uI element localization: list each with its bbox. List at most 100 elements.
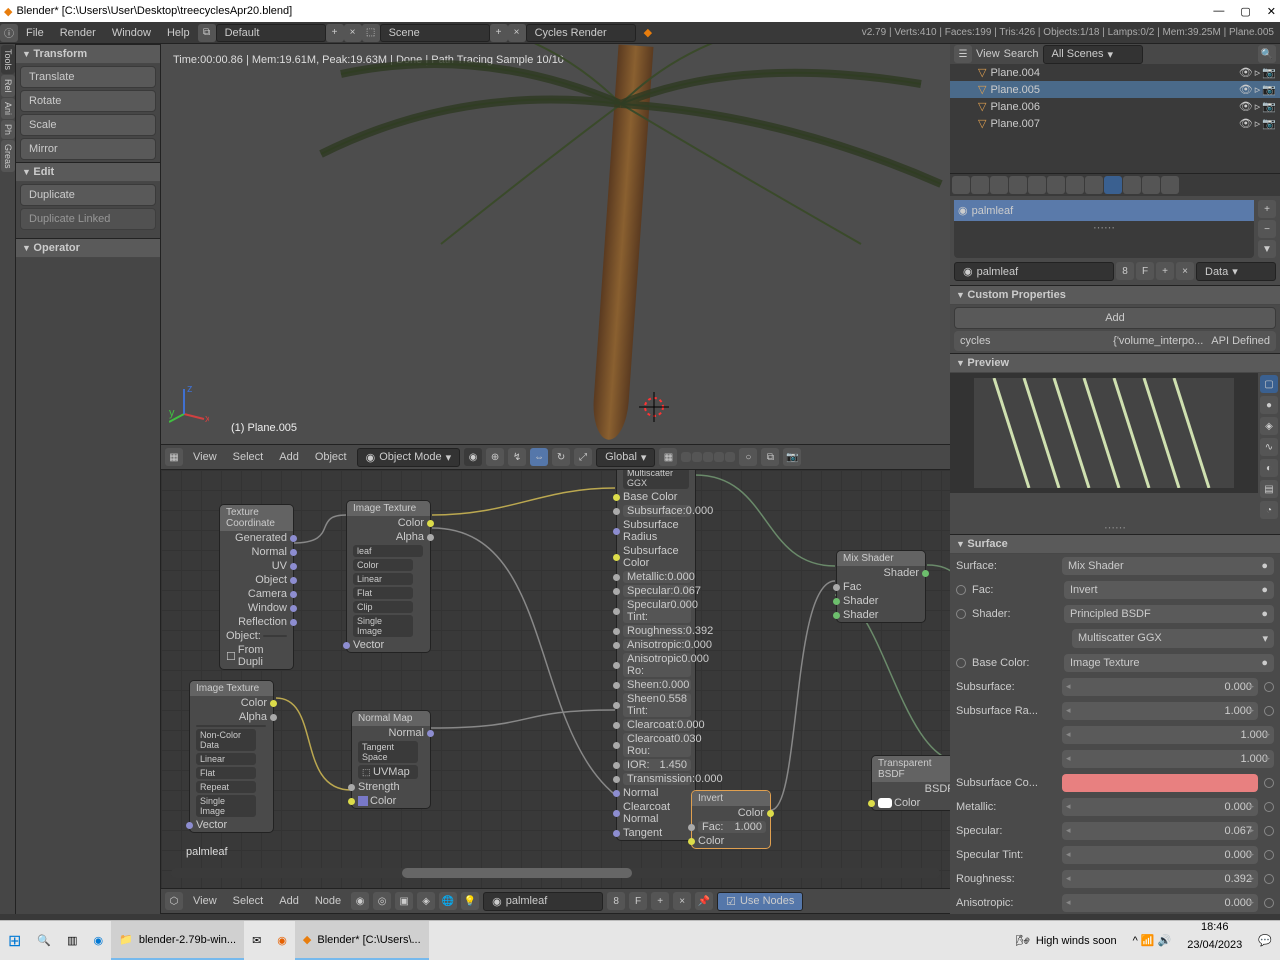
preview-cloth-icon[interactable]: ▤	[1260, 480, 1278, 498]
proportional-icon[interactable]: ○	[739, 448, 757, 466]
principled-roughness[interactable]: Roughness:0.392	[617, 624, 695, 638]
add-custom-prop-button[interactable]: Add	[954, 307, 1276, 329]
node-image-texture-2[interactable]: Image Texture Color Alpha Non-Color Data…	[189, 680, 274, 833]
translate-button[interactable]: Translate	[20, 66, 156, 88]
edge-button[interactable]: ◉	[86, 921, 112, 960]
node-transparent-bsdf[interactable]: Transparent BSDF BSDF Color	[871, 755, 950, 811]
ne-view[interactable]: View	[187, 895, 223, 907]
socket-icon[interactable]	[956, 609, 966, 619]
tray-icons[interactable]: ^ 📶 🔊	[1125, 921, 1180, 960]
outliner-item[interactable]: ▽Plane.007👁 ▹ 📷	[950, 115, 1280, 132]
from-dupli[interactable]: ☐ From Dupli	[220, 643, 293, 669]
socket-icon[interactable]	[956, 585, 966, 595]
shader-type-icon2[interactable]: ◎	[373, 892, 391, 910]
back-to-prev-icon[interactable]: ⧉	[198, 24, 216, 42]
principled-transmission[interactable]: Transmission:0.000	[617, 772, 695, 786]
socket-icon[interactable]	[1264, 826, 1274, 836]
principled-subsurfacecolor[interactable]: Subsurface Color	[617, 544, 695, 570]
remove-slot-icon[interactable]: −	[1258, 220, 1276, 238]
weather-widget[interactable]: 🌬 High winds soon	[1008, 921, 1125, 960]
spectint-value[interactable]: 0.000	[1062, 846, 1258, 864]
firefox-button[interactable]: ◉	[269, 921, 295, 960]
principled-basecolor[interactable]: Base Color	[617, 490, 695, 504]
tab-texture[interactable]	[1123, 176, 1141, 194]
shader-type-icon[interactable]: ◉	[351, 892, 369, 910]
node-normal-map[interactable]: Normal Map Normal Tangent Space ⬚ UVMap …	[351, 710, 431, 809]
principled-clearcoatrou[interactable]: Clearcoat Rou:0.030	[617, 732, 695, 758]
colorspace[interactable]: Non-Color Data	[190, 728, 273, 752]
edit-panel-header[interactable]: Edit	[16, 162, 160, 182]
del-layout-icon[interactable]: ×	[344, 24, 362, 42]
new-mat-button[interactable]: +	[1156, 262, 1174, 280]
custom-prop-row[interactable]: cycles {'volume_interpo... API Defined	[954, 331, 1276, 351]
principled-specular[interactable]: Specular:0.067	[617, 584, 695, 598]
minimize-button[interactable]: —	[1213, 5, 1224, 18]
mirror-button[interactable]: Mirror	[20, 138, 156, 160]
material-name-field[interactable]: ◉ palmleaf	[954, 262, 1114, 281]
editor-type-3d-icon[interactable]: ▦	[165, 448, 183, 466]
tab-rel[interactable]: Rel	[1, 75, 15, 97]
view-menu[interactable]: View	[187, 451, 223, 463]
preview-cube-icon[interactable]: ◈	[1260, 417, 1278, 435]
operator-panel-header[interactable]: Operator	[16, 238, 160, 258]
metallic-value[interactable]: 0.000	[1062, 798, 1258, 816]
principled-anisotropic[interactable]: Anisotropic:0.000	[617, 638, 695, 652]
source[interactable]: Single Image	[347, 614, 430, 638]
fac-field[interactable]: Invert●	[1064, 581, 1274, 599]
new-mat-icon[interactable]: +	[651, 892, 669, 910]
fake-user-button[interactable]: F	[629, 892, 647, 910]
outliner-item[interactable]: ▽Plane.004👁 ▹ 📷	[950, 64, 1280, 81]
shader-field[interactable]: Principled BSDF●	[1064, 605, 1274, 623]
socket-icon[interactable]	[1264, 850, 1274, 860]
subsurfr1[interactable]: 1.000	[1062, 702, 1258, 720]
tab-greas[interactable]: Greas	[1, 140, 15, 173]
screen-layout-dropdown[interactable]: Default	[216, 24, 326, 42]
obj-data-icon[interactable]: ◈	[417, 892, 435, 910]
preview-flat-icon[interactable]: ▢	[1260, 375, 1278, 393]
editor-type-node-icon[interactable]: ⬡	[165, 892, 183, 910]
surface-field[interactable]: Mix Shader●	[1062, 557, 1274, 575]
editor-type-icon[interactable]: ⓘ	[0, 24, 18, 42]
ol-view[interactable]: View	[976, 48, 1000, 60]
menu-window[interactable]: Window	[104, 22, 159, 43]
object-menu[interactable]: Object	[309, 451, 353, 463]
uvmap[interactable]: ⬚ UVMap	[352, 764, 430, 780]
select-menu[interactable]: Select	[227, 451, 270, 463]
duplicate-button[interactable]: Duplicate	[20, 184, 156, 206]
add-menu[interactable]: Add	[273, 451, 305, 463]
preview-header[interactable]: Preview	[950, 353, 1280, 373]
shading-rendered-icon[interactable]: ◉	[464, 448, 482, 466]
preview-shaderball-icon[interactable]: ◐	[1260, 459, 1278, 477]
tab-data[interactable]	[1085, 176, 1103, 194]
subsurfr3[interactable]: 1.000	[1062, 750, 1274, 768]
opengl-render-icon[interactable]: 📷	[783, 448, 801, 466]
principled-speculartint[interactable]: Specular Tint:0.000	[617, 598, 695, 624]
socket-icon[interactable]	[1264, 778, 1274, 788]
manip-trans-icon[interactable]: ⇔	[530, 448, 548, 466]
principled-normal[interactable]: Normal	[617, 786, 695, 800]
scale-button[interactable]: Scale	[20, 114, 156, 136]
add-scene-icon[interactable]: +	[490, 24, 508, 42]
subsurf-color-swatch[interactable]	[1062, 774, 1258, 792]
interp[interactable]: Linear	[190, 752, 273, 766]
search-icon[interactable]: 🔍	[1258, 45, 1276, 63]
duplicate-linked-button[interactable]: Duplicate Linked	[20, 208, 156, 230]
socket-icon[interactable]	[956, 658, 966, 668]
extension[interactable]: Clip	[347, 600, 430, 614]
del-scene-icon[interactable]: ×	[508, 24, 526, 42]
shader-type-icon3[interactable]: ▣	[395, 892, 413, 910]
colorspace[interactable]: Color	[347, 558, 430, 572]
surface-header[interactable]: Surface	[950, 534, 1280, 554]
socket-icon[interactable]	[1264, 682, 1274, 692]
unlink-mat-button[interactable]: ×	[1176, 262, 1194, 280]
node-image-texture-1[interactable]: Image Texture Color Alpha leaf Color Lin…	[346, 500, 431, 653]
subsurf-value[interactable]: 0.000	[1062, 678, 1258, 696]
notifications-button[interactable]: 💬	[1250, 921, 1280, 960]
tab-renderlayers[interactable]	[971, 176, 989, 194]
use-nodes-toggle[interactable]: ☑ Use Nodes	[717, 892, 803, 911]
node-invert[interactable]: Invert Color Fac:1.000 Color	[691, 790, 771, 849]
object-field[interactable]: Object:	[220, 629, 293, 643]
custom-props-header[interactable]: Custom Properties	[950, 285, 1280, 305]
subsurfr2[interactable]: 1.000	[1062, 726, 1274, 744]
basecolor-field[interactable]: Image Texture●	[1064, 654, 1274, 672]
